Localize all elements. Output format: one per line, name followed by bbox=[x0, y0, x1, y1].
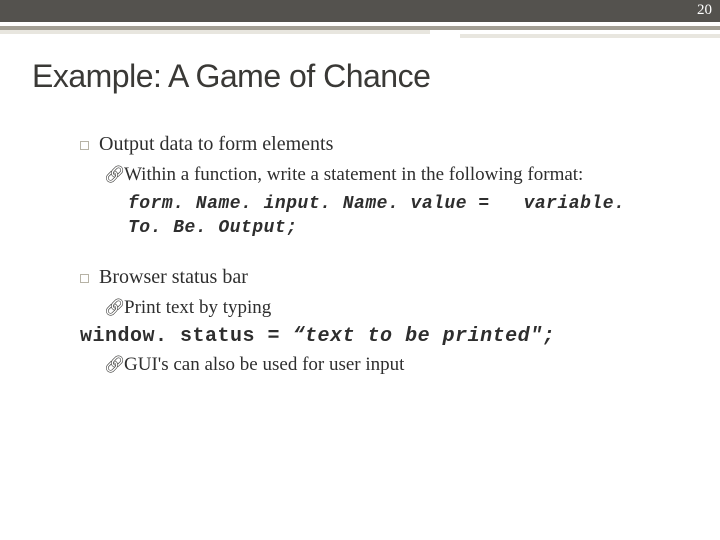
code-value: “text to be printed"; bbox=[293, 325, 556, 348]
bullet-head: Browser status bar bbox=[80, 264, 664, 291]
sub-text: Print text by typing bbox=[124, 295, 271, 321]
code-line: form. Name. input. Name. value = variabl… bbox=[128, 192, 664, 241]
sub-text: Within a function, write a statement in … bbox=[124, 162, 583, 188]
bullet-title: Output data to form elements bbox=[99, 131, 333, 158]
topbar-dark-strip: 20 bbox=[0, 0, 720, 22]
bullet-title: Browser status bar bbox=[99, 264, 248, 291]
square-bullet-icon bbox=[80, 141, 89, 150]
square-bullet-icon bbox=[80, 274, 89, 283]
link-icon: 🔗︎ bbox=[104, 297, 120, 320]
page-number: 20 bbox=[697, 2, 712, 19]
sub-item: 🔗︎ Print text by typing bbox=[104, 295, 664, 321]
sub-text: GUI's can also be used for user input bbox=[124, 352, 404, 378]
code-line: window. status = “text to be printed"; bbox=[80, 323, 664, 350]
sub-item: 🔗︎ GUI's can also be used for user input bbox=[104, 352, 664, 378]
link-icon: 🔗︎ bbox=[104, 354, 120, 377]
bullet-item: Browser status bar 🔗︎ Print text by typi… bbox=[80, 264, 664, 377]
slide: 20 Example: A Game of Chance Output data… bbox=[0, 0, 720, 540]
bullet-item: Output data to form elements 🔗︎ Within a… bbox=[80, 131, 664, 240]
code-inline: window. status = “text to be printed"; bbox=[80, 323, 555, 350]
page-title: Example: A Game of Chance bbox=[32, 58, 720, 95]
sub-item: 🔗︎ Within a function, write a statement … bbox=[104, 162, 664, 188]
topbar-accent-left bbox=[0, 30, 430, 34]
slide-top-bar: 20 bbox=[0, 0, 720, 30]
link-icon: 🔗︎ bbox=[104, 164, 120, 187]
code-identifier: window. status = bbox=[80, 325, 293, 348]
slide-body: Output data to form elements 🔗︎ Within a… bbox=[80, 131, 664, 378]
topbar-accent-right bbox=[460, 34, 720, 38]
code-identifier: form. Name. input. Name. value = bbox=[128, 194, 501, 214]
sub-list: 🔗︎ Print text by typing window. status =… bbox=[104, 295, 664, 377]
sub-list: 🔗︎ Within a function, write a statement … bbox=[104, 162, 664, 240]
bullet-head: Output data to form elements bbox=[80, 131, 664, 158]
